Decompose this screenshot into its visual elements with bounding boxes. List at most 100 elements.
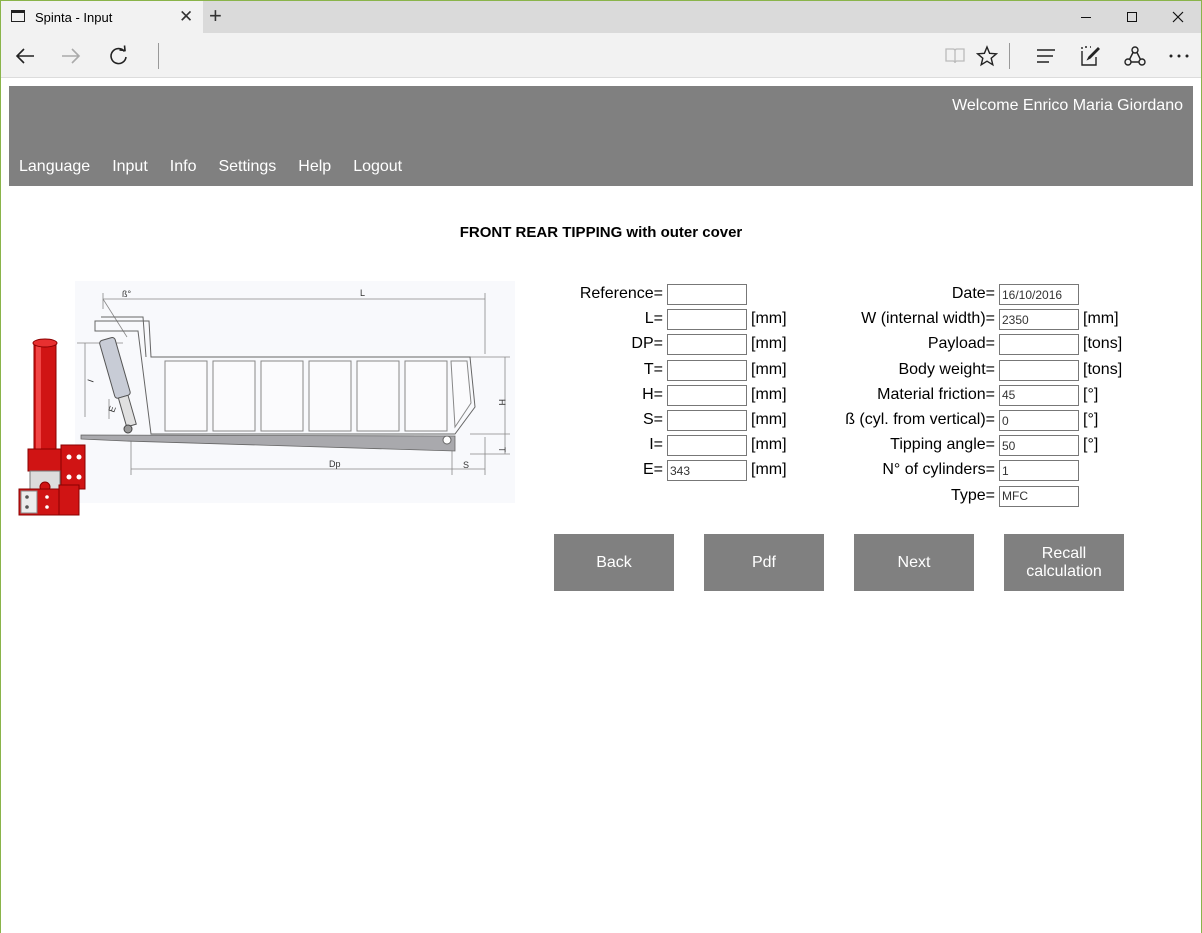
- browser-window: Spinta - Input ✕ + Welcome Enrico Maria …: [0, 0, 1202, 933]
- left-field-unit: [mm]: [751, 385, 787, 403]
- right-field-unit: [tons]: [1083, 360, 1123, 378]
- nav-settings[interactable]: Settings: [218, 158, 276, 176]
- right-field-input[interactable]: [999, 485, 1079, 507]
- left-field-unit: [mm]: [751, 310, 787, 328]
- web-page: Welcome Enrico Maria Giordano Language I…: [1, 79, 1201, 933]
- left-field-input[interactable]: [667, 334, 747, 356]
- left-field-input[interactable]: [667, 435, 747, 457]
- left-field-label: S=: [642, 411, 663, 428]
- right-field-unit: [°]: [1083, 411, 1099, 428]
- nav-help[interactable]: Help: [298, 158, 331, 176]
- browser-tab[interactable]: Spinta - Input ✕: [1, 1, 203, 33]
- recall-calculation-button[interactable]: Recall calculation: [1004, 534, 1124, 591]
- nav-logout[interactable]: Logout: [353, 158, 402, 176]
- left-field-label: T=: [643, 360, 663, 378]
- tipping-body-drawing: ß° L H T I E Dp S: [18, 281, 515, 516]
- web-note-button[interactable]: [1071, 33, 1111, 78]
- right-field-input[interactable]: [999, 460, 1079, 482]
- drawing-label-S: S: [463, 460, 469, 470]
- minimize-button[interactable]: [1063, 1, 1109, 33]
- right-field-input[interactable]: [999, 334, 1079, 356]
- right-field-input[interactable]: [999, 410, 1079, 431]
- right-field-input[interactable]: [999, 284, 1079, 305]
- next-button[interactable]: Next: [854, 534, 974, 591]
- left-field-input[interactable]: [667, 359, 747, 381]
- browser-toolbar: [1, 33, 1201, 78]
- left-field-input[interactable]: [667, 384, 747, 406]
- right-field-input[interactable]: [999, 359, 1079, 381]
- share-button[interactable]: [1115, 33, 1155, 78]
- note-pen-icon: [1081, 45, 1100, 66]
- right-field-label: Material friction=: [877, 385, 995, 403]
- more-dots-icon: [1169, 54, 1189, 57]
- new-tab-icon[interactable]: +: [209, 5, 222, 27]
- minimize-icon: [1081, 16, 1091, 18]
- drawing-label-T: T: [497, 447, 507, 453]
- nav-info[interactable]: Info: [170, 158, 197, 176]
- right-field-label: ß (cyl. from vertical)=: [845, 411, 995, 428]
- left-field-unit: [mm]: [751, 411, 787, 428]
- right-field-label: N° of cylinders=: [882, 461, 995, 479]
- title-bar: Spinta - Input ✕ +: [1, 1, 1201, 33]
- star-icon: [976, 44, 998, 66]
- recall-label-line1: Recall: [1041, 544, 1087, 562]
- left-field-label: DP=: [631, 335, 663, 353]
- right-field-label: Date=: [951, 285, 995, 302]
- left-field-unit: [mm]: [751, 436, 787, 454]
- left-field-input[interactable]: [667, 309, 747, 331]
- left-field-unit: [mm]: [751, 335, 787, 353]
- drawing-label-Dp: Dp: [329, 459, 341, 469]
- drawing-label-beta: ß°: [122, 289, 131, 299]
- close-icon: [1172, 11, 1184, 23]
- left-field-label: I=: [649, 436, 663, 454]
- right-field-unit: [°]: [1083, 436, 1099, 454]
- tab-title: Spinta - Input: [35, 10, 113, 25]
- hub-lines-icon: [1037, 48, 1055, 63]
- hub-button[interactable]: [1027, 33, 1067, 78]
- right-field-label: Payload=: [927, 335, 995, 353]
- header-banner: Welcome Enrico Maria Giordano Language I…: [9, 86, 1193, 186]
- tab-close-icon[interactable]: ✕: [179, 7, 193, 27]
- right-field-input[interactable]: [999, 384, 1079, 406]
- left-field-label: L=: [644, 310, 663, 328]
- maximize-button[interactable]: [1109, 1, 1155, 33]
- favorite-button[interactable]: [967, 33, 1007, 78]
- right-field-label: Body weight=: [898, 360, 995, 378]
- left-field-input[interactable]: [667, 410, 747, 431]
- left-field-label: H=: [642, 385, 663, 403]
- pdf-button[interactable]: Pdf: [704, 534, 824, 591]
- right-field-unit: [°]: [1083, 385, 1099, 403]
- arrow-right-icon: [62, 47, 81, 64]
- back-button[interactable]: Back: [554, 534, 674, 591]
- left-field-unit: [mm]: [751, 360, 787, 378]
- left-field-input[interactable]: [667, 460, 747, 482]
- recall-label-line2: calculation: [1026, 562, 1102, 580]
- nav-input[interactable]: Input: [112, 158, 148, 176]
- arrow-left-icon: [15, 47, 34, 64]
- right-field-label: Type=: [950, 486, 995, 504]
- right-field-unit: [mm]: [1083, 310, 1119, 328]
- maximize-icon: [1127, 12, 1137, 22]
- forward-nav-button[interactable]: [51, 33, 91, 78]
- welcome-text: Welcome Enrico Maria Giordano: [952, 97, 1183, 114]
- close-window-button[interactable]: [1155, 1, 1201, 33]
- tab-page-icon: [11, 10, 25, 22]
- right-field-label: W (internal width)=: [861, 310, 995, 328]
- refresh-button[interactable]: [99, 33, 139, 78]
- nav-language[interactable]: Language: [19, 158, 90, 176]
- drawing-label-H: H: [497, 399, 507, 406]
- toolbar-separator: [1009, 43, 1010, 69]
- more-button[interactable]: [1159, 33, 1199, 78]
- left-field-input[interactable]: [667, 284, 747, 305]
- page-title: FRONT REAR TIPPING with outer cover: [459, 224, 743, 241]
- left-field-label: Reference=: [579, 285, 663, 302]
- main-nav: Language Input Info Settings Help Logout: [19, 158, 402, 176]
- right-field-unit: [tons]: [1083, 335, 1123, 353]
- right-field-input[interactable]: [999, 309, 1079, 331]
- left-field-unit: [mm]: [751, 461, 787, 479]
- drawing-label-L: L: [360, 288, 365, 298]
- back-nav-button[interactable]: [5, 33, 45, 78]
- refresh-icon: [110, 44, 127, 64]
- left-field-label: E=: [642, 461, 663, 479]
- right-field-input[interactable]: [999, 435, 1079, 457]
